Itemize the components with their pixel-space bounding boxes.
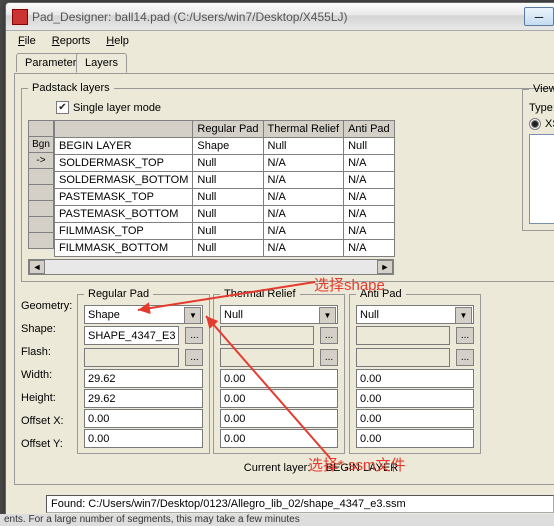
regular-shape-browse-button[interactable]: ... (185, 327, 203, 344)
row-header-blank (28, 120, 54, 137)
col-anti[interactable]: Anti Pad (344, 121, 395, 138)
preview-panel (529, 134, 554, 224)
regular-offy-input[interactable]: 0.00 (84, 429, 203, 448)
thermal-legend: Thermal Relief (220, 288, 300, 300)
regular-flash-browse-button[interactable]: ... (185, 349, 203, 366)
tab-layers[interactable]: Layers (76, 53, 127, 73)
app-window: Pad_Designer: ball14.pad (C:/Users/win7/… (5, 2, 554, 522)
row-header[interactable] (28, 168, 54, 185)
titlebar[interactable]: Pad_Designer: ball14.pad (C:/Users/win7/… (6, 3, 554, 31)
row-header-arrow[interactable]: -> (28, 152, 54, 169)
field-labels: Geometry: Shape: Flash: Width: Height: O… (21, 286, 73, 453)
row-header-bgn[interactable]: Bgn (28, 136, 54, 153)
table-row: BEGIN LAYERShapeNullNull (55, 138, 395, 155)
app-icon (12, 9, 28, 25)
anti-flash-browse-button[interactable]: ... (456, 349, 474, 366)
regular-height-input[interactable]: 29.62 (84, 389, 203, 408)
anti-pad-group: Anti Pad Null ... ... 0.00 0.00 0.00 0.0… (349, 288, 481, 454)
status-bar: Found: C:/Users/win7/Desktop/0123/Allegr… (46, 495, 554, 513)
regular-geometry-select[interactable]: Shape (84, 305, 203, 324)
scroll-right-icon[interactable]: ► (377, 260, 393, 274)
views-type-label: Type: (529, 102, 554, 114)
label-flash: Flash: (21, 342, 73, 361)
label-offx: Offset X: (21, 411, 73, 430)
anti-offx-input[interactable]: 0.00 (356, 409, 474, 428)
regular-width-input[interactable]: 29.62 (84, 369, 203, 388)
padstack-layers-group: Padstack layers ✔ Single layer mode Bgn … (21, 82, 554, 282)
row-headers: Bgn -> (28, 120, 54, 257)
anti-geometry-select[interactable]: Null (356, 305, 474, 324)
col-layer[interactable] (55, 121, 193, 138)
thermal-flash-input (220, 348, 314, 367)
row-header[interactable] (28, 184, 54, 201)
scroll-left-icon[interactable]: ◄ (29, 260, 45, 274)
table-row: SOLDERMASK_TOPNullN/AN/A (55, 155, 395, 172)
anti-shape-input (356, 326, 450, 345)
anti-width-input[interactable]: 0.00 (356, 369, 474, 388)
views-group: Views Type: Single XSection Top (522, 83, 554, 231)
thermal-width-input[interactable]: 0.00 (220, 369, 338, 388)
padstack-legend: Padstack layers (28, 82, 114, 94)
regular-legend: Regular Pad (84, 288, 153, 300)
table-row: SOLDERMASK_BOTTOMNullN/AN/A (55, 172, 395, 189)
thermal-shape-browse-button[interactable]: ... (320, 327, 338, 344)
anti-legend: Anti Pad (356, 288, 406, 300)
thermal-offx-input[interactable]: 0.00 (220, 409, 338, 428)
label-height: Height: (21, 388, 73, 407)
table-row: FILMMASK_BOTTOMNullN/AN/A (55, 240, 395, 257)
anti-offy-input[interactable]: 0.00 (356, 429, 474, 448)
menu-help[interactable]: Help (100, 33, 135, 49)
current-layer-label: Current layer: (244, 462, 311, 474)
anti-height-input[interactable]: 0.00 (356, 389, 474, 408)
thermal-height-input[interactable]: 0.00 (220, 389, 338, 408)
window-title: Pad_Designer: ball14.pad (C:/Users/win7/… (32, 10, 523, 24)
footer-text: ents. For a large number of segments, th… (0, 514, 554, 526)
regular-flash-input (84, 348, 179, 367)
single-layer-label: Single layer mode (73, 102, 161, 114)
row-header[interactable] (28, 216, 54, 233)
thermal-geometry-select[interactable]: Null (220, 305, 338, 324)
menu-file[interactable]: File (12, 33, 42, 49)
layers-table: Regular Pad Thermal Relief Anti Pad BEGI… (54, 120, 395, 257)
table-row: FILMMASK_TOPNullN/AN/A (55, 223, 395, 240)
thermal-relief-group: Thermal Relief Null ... ... 0.00 0.00 0.… (213, 288, 345, 454)
label-width: Width: (21, 365, 73, 384)
col-regular[interactable]: Regular Pad (193, 121, 263, 138)
views-legend: Views (529, 83, 554, 95)
anti-shape-browse-button[interactable]: ... (456, 327, 474, 344)
tab-layers-page: Padstack layers ✔ Single layer mode Bgn … (14, 73, 554, 485)
regular-pad-group: Regular Pad Shape SHAPE_4347_E3... ... 2… (77, 288, 210, 454)
menu-reports[interactable]: Reports (46, 33, 97, 49)
row-header[interactable] (28, 200, 54, 217)
current-layer-row: Current layer: BEGIN LAYER (21, 458, 554, 478)
table-hscroll[interactable]: ◄ ► (28, 259, 394, 275)
regular-shape-input[interactable]: SHAPE_4347_E3 (84, 326, 179, 345)
label-geometry: Geometry: (21, 296, 73, 315)
menubar: File Reports Help (6, 31, 554, 51)
row-header[interactable] (28, 232, 54, 249)
anti-flash-input (356, 348, 450, 367)
thermal-flash-browse-button[interactable]: ... (320, 349, 338, 366)
tabstrip: Parameters Layers (14, 53, 554, 73)
table-row: PASTEMASK_BOTTOMNullN/AN/A (55, 206, 395, 223)
label-offy: Offset Y: (21, 434, 73, 453)
current-layer-value: BEGIN LAYER (326, 462, 399, 474)
single-layer-checkbox[interactable]: ✔ (56, 101, 69, 114)
minimize-button[interactable]: ─ (524, 7, 554, 26)
xsection-radio[interactable] (529, 118, 541, 130)
col-thermal[interactable]: Thermal Relief (263, 121, 344, 138)
xsection-label: XSection (545, 118, 554, 130)
regular-offx-input[interactable]: 0.00 (84, 409, 203, 428)
thermal-offy-input[interactable]: 0.00 (220, 429, 338, 448)
label-shape: Shape: (21, 319, 73, 338)
thermal-shape-input (220, 326, 314, 345)
table-row: PASTEMASK_TOPNullN/AN/A (55, 189, 395, 206)
